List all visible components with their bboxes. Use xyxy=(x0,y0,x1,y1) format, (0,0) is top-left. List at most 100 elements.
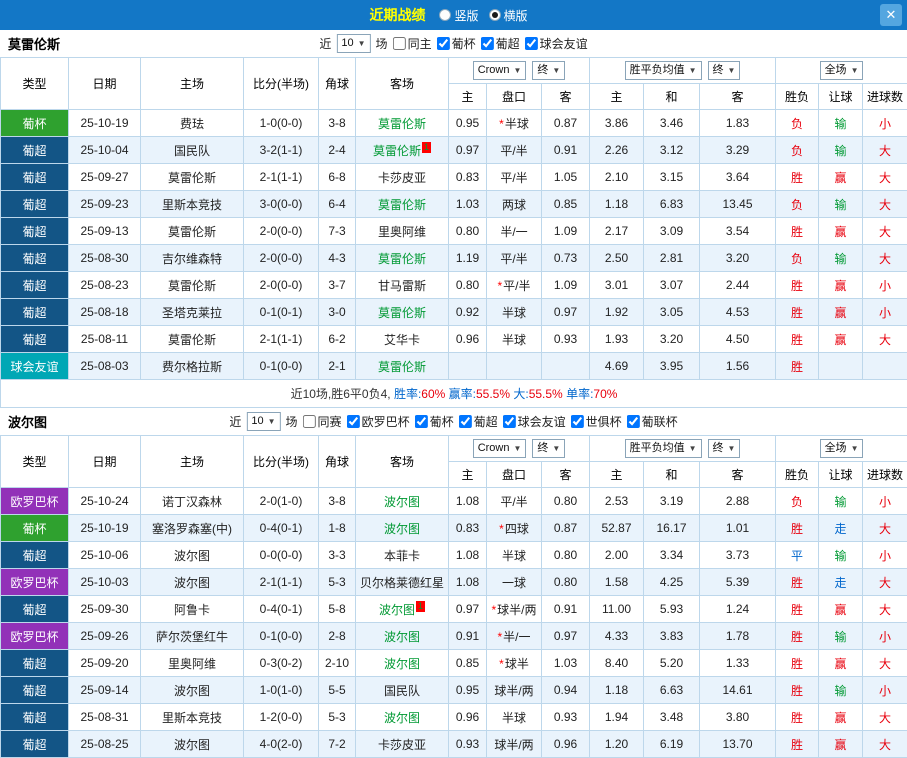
checkbox-input[interactable] xyxy=(525,37,538,50)
avg-draw: 2.81 xyxy=(644,245,700,272)
header-row-groups: 类型日期主场比分(半场)角球客场Crown▼终▼胜平负均值▼终▼全场▼ xyxy=(1,436,907,462)
away-team: 里奥阿维 xyxy=(356,218,449,245)
away-team-name: 莫雷伦斯 xyxy=(378,306,426,320)
results-table: 类型日期主场比分(半场)角球客场Crown▼终▼胜平负均值▼终▼全场▼主盘口客主… xyxy=(0,435,907,758)
filter-checkbox[interactable]: 葡超 xyxy=(459,413,498,430)
red-card-badge: 1 xyxy=(416,601,425,612)
match-score: 3-0(0-0) xyxy=(244,191,319,218)
away-team: 甘马雷斯 xyxy=(356,272,449,299)
result-goals: 大 xyxy=(863,731,907,758)
avg-away: 1.83 xyxy=(700,110,776,137)
odds-provider-select[interactable]: Crown▼ xyxy=(473,439,527,458)
avg-away: 3.64 xyxy=(700,164,776,191)
competition-badge: 葡超 xyxy=(1,299,69,326)
scope-select[interactable]: 全场▼ xyxy=(820,439,864,458)
odds-home: 1.03 xyxy=(449,191,487,218)
match-row: 葡超25-09-14波尔图1-0(1-0)5-5国民队0.95球半/两0.941… xyxy=(1,677,907,704)
topbar: 近期战绩 竖版 横版 ✕ xyxy=(0,0,907,30)
filter-checkbox[interactable]: 球会友谊 xyxy=(525,35,588,52)
layout-radio-vertical[interactable]: 竖版 xyxy=(439,7,478,24)
column-header-home: 主场 xyxy=(141,436,244,488)
filter-checkbox[interactable]: 世俱杯 xyxy=(571,413,622,430)
summary-segment: 近10场,胜6平0负4, xyxy=(291,387,391,401)
match-count-select[interactable]: 10▼ xyxy=(336,34,370,53)
odds-away: 0.80 xyxy=(542,542,590,569)
filter-bar: 近10▼场同主葡杯葡超球会友谊 xyxy=(319,34,587,53)
odds-final-select[interactable]: 终▼ xyxy=(532,439,565,458)
layout-radio-horizontal[interactable]: 横版 xyxy=(489,7,528,24)
away-team: 国民队 xyxy=(356,677,449,704)
summary-segment: 单率: xyxy=(563,387,594,401)
close-icon[interactable]: ✕ xyxy=(880,4,902,26)
match-score: 0-4(0-1) xyxy=(244,596,319,623)
summary-segment: 大: xyxy=(510,387,529,401)
dropdown-arrow-icon: ▼ xyxy=(728,441,736,456)
away-team: 卡莎皮亚 xyxy=(356,731,449,758)
dropdown-arrow-icon: ▼ xyxy=(552,441,560,456)
matches-label: 场 xyxy=(376,35,388,52)
avg-home: 1.20 xyxy=(590,731,644,758)
avg-home: 4.33 xyxy=(590,623,644,650)
match-row: 葡超25-09-27莫雷伦斯2-1(1-1)6-8卡莎皮亚0.83平/半1.05… xyxy=(1,164,907,191)
odds-provider-select[interactable]: Crown▼ xyxy=(473,61,527,80)
checkbox-input[interactable] xyxy=(481,37,494,50)
corner-score: 3-0 xyxy=(319,299,356,326)
filter-checkbox[interactable]: 葡联杯 xyxy=(627,413,678,430)
filter-checkbox[interactable]: 葡杯 xyxy=(437,35,476,52)
home-team: 里斯本竞技 xyxy=(141,191,244,218)
result-handicap: 输 xyxy=(819,542,863,569)
result-goals: 小 xyxy=(863,110,907,137)
match-score: 2-1(1-1) xyxy=(244,326,319,353)
dropdown-arrow-icon: ▼ xyxy=(552,63,560,78)
checkbox-input[interactable] xyxy=(393,37,406,50)
filter-checkbox[interactable]: 葡超 xyxy=(481,35,520,52)
filter-checkbox[interactable]: 葡杯 xyxy=(415,413,454,430)
checkbox-input[interactable] xyxy=(437,37,450,50)
matches-label: 场 xyxy=(286,413,298,430)
filter-checkbox[interactable]: 同主 xyxy=(393,35,432,52)
summary-segment: 70% xyxy=(593,387,617,401)
match-date: 25-08-11 xyxy=(69,326,141,353)
avg-select[interactable]: 胜平负均值▼ xyxy=(625,61,702,80)
result-handicap: 赢 xyxy=(819,596,863,623)
checkbox-input[interactable] xyxy=(347,415,360,428)
odds-final-select-value: 终 xyxy=(537,441,548,456)
checkbox-input[interactable] xyxy=(627,415,640,428)
handicap: 平/半 xyxy=(487,488,542,515)
away-team-name: 卡莎皮亚 xyxy=(378,171,426,185)
result-wdl: 胜 xyxy=(776,272,819,299)
sub-header-5: 客 xyxy=(700,462,776,488)
match-score: 1-0(0-0) xyxy=(244,110,319,137)
result-wdl: 胜 xyxy=(776,218,819,245)
away-team: 卡莎皮亚 xyxy=(356,164,449,191)
avg-select[interactable]: 胜平负均值▼ xyxy=(625,439,702,458)
filter-checkbox[interactable]: 欧罗巴杯 xyxy=(347,413,410,430)
checkbox-input[interactable] xyxy=(415,415,428,428)
home-team: 萨尔茨堡红牛 xyxy=(141,623,244,650)
avg-final-select[interactable]: 终▼ xyxy=(708,61,741,80)
filter-checkbox[interactable]: 同赛 xyxy=(303,413,342,430)
competition-badge: 葡超 xyxy=(1,731,69,758)
checkbox-input[interactable] xyxy=(503,415,516,428)
match-date: 25-10-24 xyxy=(69,488,141,515)
match-count-select[interactable]: 10▼ xyxy=(246,412,280,431)
filter-checkbox[interactable]: 球会友谊 xyxy=(503,413,566,430)
scope-select[interactable]: 全场▼ xyxy=(820,61,864,80)
away-team-name: 贝尔格莱德红星 xyxy=(360,576,444,590)
sub-header-7: 让球 xyxy=(819,462,863,488)
away-team-name: 莫雷伦斯 xyxy=(378,198,426,212)
checkbox-input[interactable] xyxy=(459,415,472,428)
competition-badge: 葡超 xyxy=(1,704,69,731)
competition-badge: 葡超 xyxy=(1,650,69,677)
checkbox-input[interactable] xyxy=(303,415,316,428)
match-row: 葡杯25-10-19费珐1-0(0-0)3-8莫雷伦斯0.95*半球0.873.… xyxy=(1,110,907,137)
avg-away: 13.70 xyxy=(700,731,776,758)
match-date: 25-09-20 xyxy=(69,650,141,677)
away-team: 波尔图 xyxy=(356,515,449,542)
result-handicap: 输 xyxy=(819,677,863,704)
avg-final-select[interactable]: 终▼ xyxy=(708,439,741,458)
match-row: 球会友谊25-08-03费尔格拉斯0-1(0-0)2-1莫雷伦斯4.693.95… xyxy=(1,353,907,380)
checkbox-input[interactable] xyxy=(571,415,584,428)
match-row: 葡超25-09-30阿鲁卡0-4(0-1)5-8波尔图10.97*球半/两0.9… xyxy=(1,596,907,623)
odds-final-select[interactable]: 终▼ xyxy=(532,61,565,80)
